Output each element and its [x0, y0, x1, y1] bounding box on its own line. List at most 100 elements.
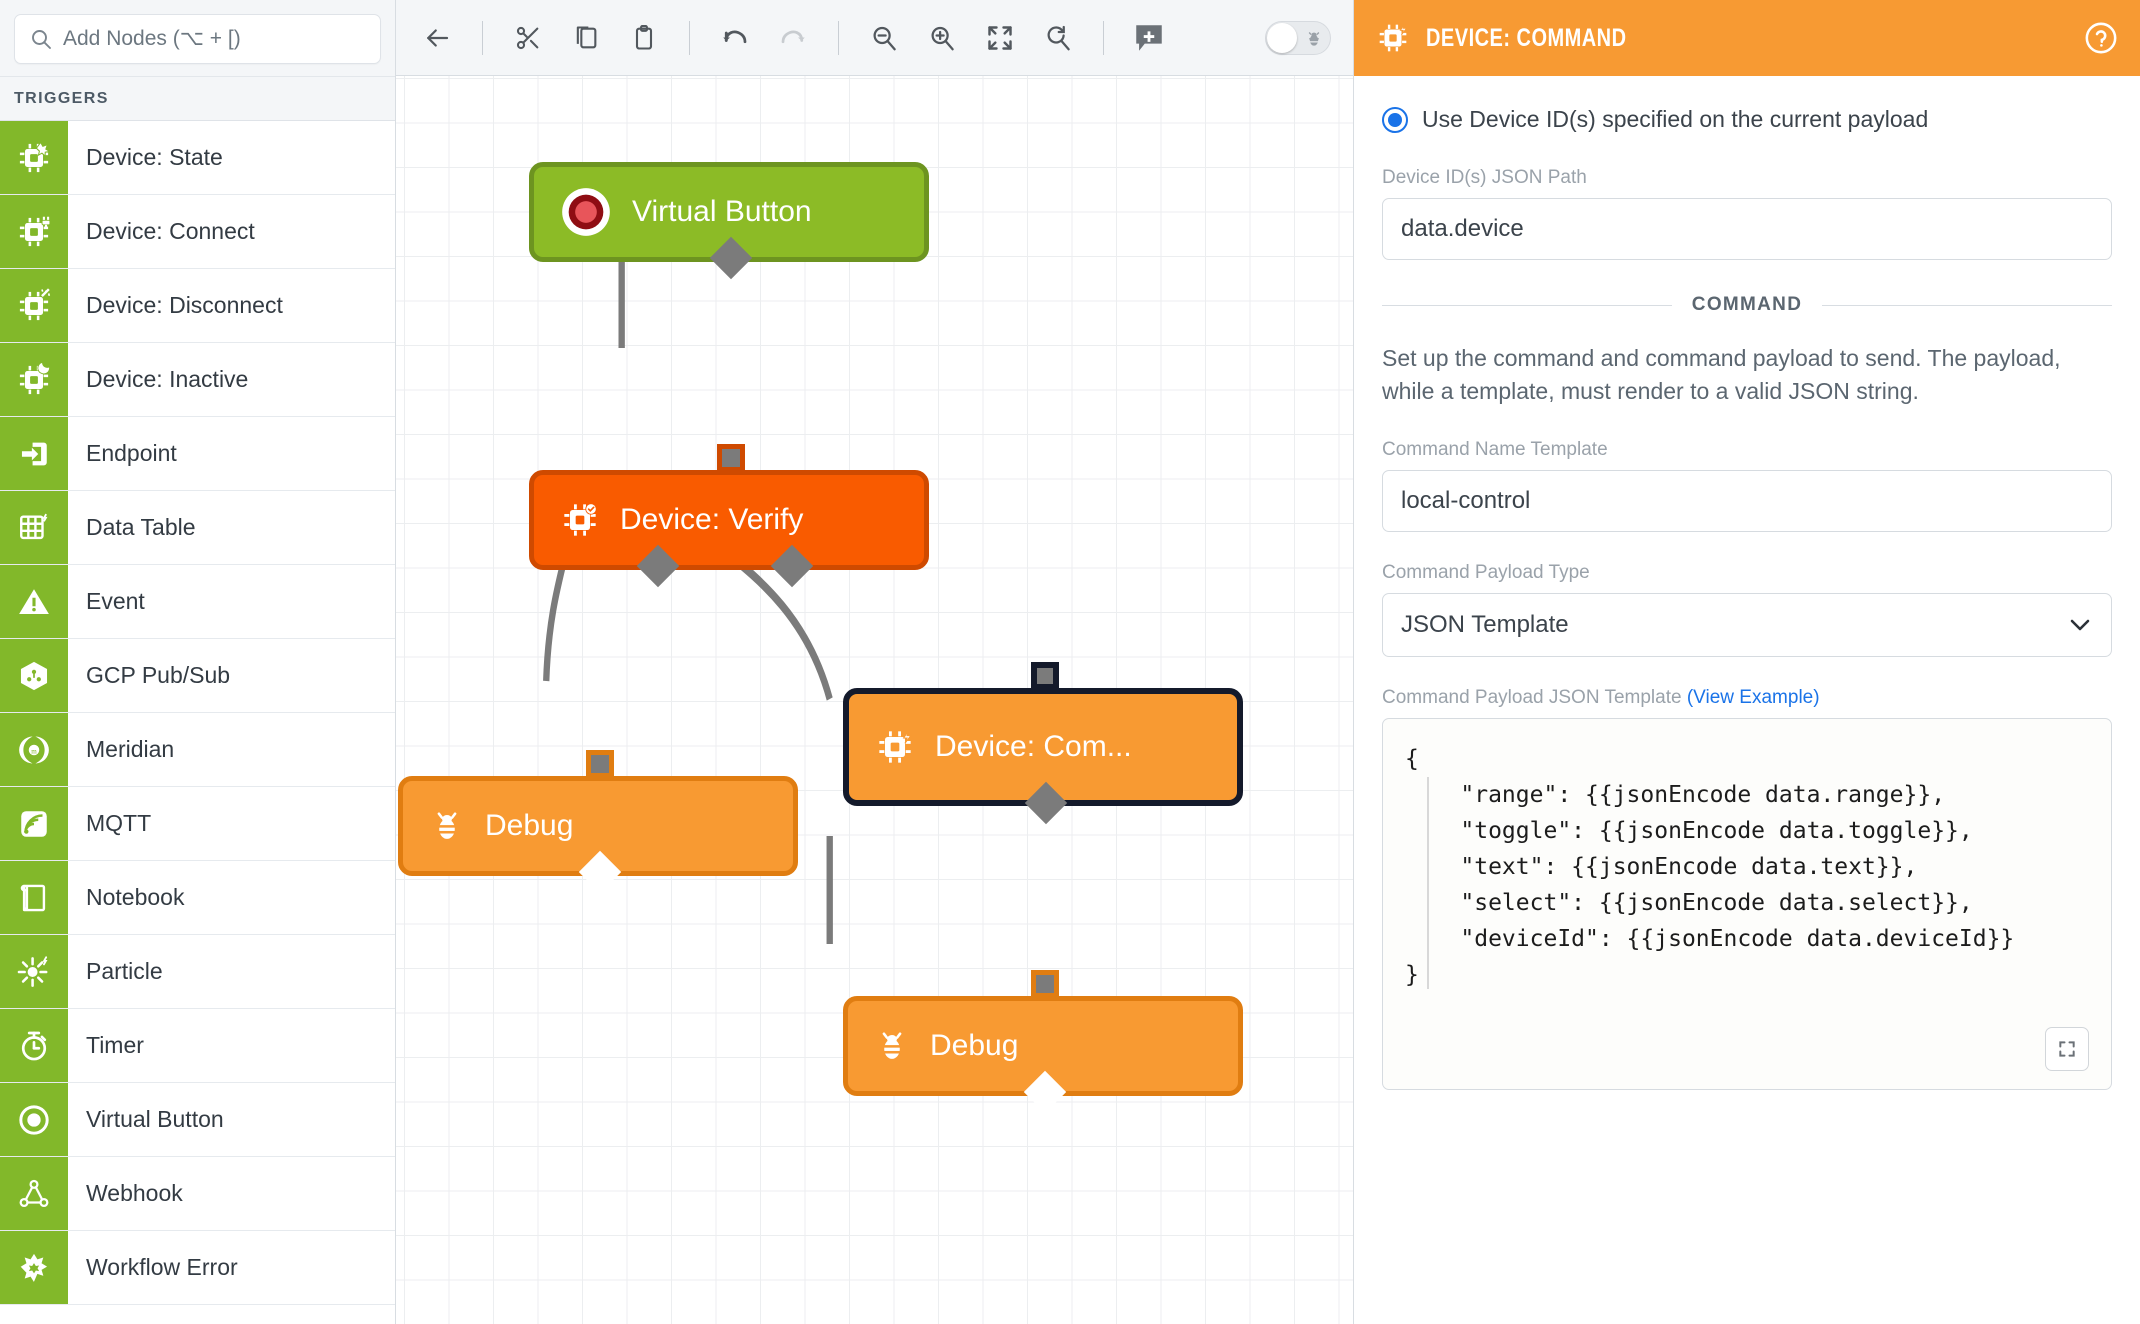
- divider-line-right: [1822, 304, 2113, 306]
- workflow-error-icon: [0, 1231, 68, 1304]
- payload-template-label: Command Payload JSON Template (View Exam…: [1382, 687, 2112, 709]
- palette-item-device-disconnect[interactable]: Device: Disconnect: [0, 269, 395, 343]
- toolbar-divider-3: [838, 20, 839, 55]
- palette-item-virtual-button[interactable]: Virtual Button: [0, 1083, 395, 1157]
- palette-item-gcp-pub-sub[interactable]: GCP Pub/Sub: [0, 639, 395, 713]
- palette-node-list: Device: State Device: Connect Device: Disc…: [0, 121, 395, 1324]
- command-name-input[interactable]: local-control: [1382, 470, 2112, 533]
- radio-use-payload-device-ids[interactable]: [1382, 106, 1408, 133]
- payload-json-code[interactable]: { "range": {{jsonEncode data.range}}, "t…: [1405, 741, 2111, 993]
- node-input-port[interactable]: [1031, 662, 1059, 690]
- palette-item-endpoint[interactable]: Endpoint: [0, 417, 395, 491]
- payload-type-select-wrap: JSON Template: [1382, 593, 2112, 658]
- command-section-divider: COMMAND: [1382, 294, 2113, 316]
- palette-item-webhook[interactable]: Webhook: [0, 1157, 395, 1231]
- expand-icon[interactable]: [2045, 1027, 2089, 1072]
- debug-toggle[interactable]: [1265, 20, 1331, 55]
- canvas-node-label: Device: Com...: [935, 730, 1132, 763]
- palette-item-meridian[interactable]: m Meridian: [0, 713, 395, 787]
- palette-item-device-state[interactable]: Device: State: [0, 121, 395, 195]
- help-circle-icon[interactable]: [2084, 21, 2118, 55]
- bug-icon: [1304, 29, 1324, 54]
- endpoint-icon: [0, 417, 68, 490]
- svg-text:m: m: [31, 747, 37, 755]
- copy-icon[interactable]: [559, 11, 613, 65]
- canvas-toolbar: [396, 0, 1353, 76]
- palette-item-label: Device: Inactive: [86, 366, 249, 392]
- canvas-node-device-verify[interactable]: Device: Verify: [529, 444, 929, 588]
- payload-type-label: Command Payload Type: [1382, 562, 1590, 584]
- palette-item-label: Data Table: [86, 514, 196, 540]
- palette-item-label: Virtual Button: [86, 1106, 224, 1132]
- cut-icon[interactable]: [501, 11, 555, 65]
- paste-icon[interactable]: [617, 11, 671, 65]
- bug-node-icon: [429, 808, 465, 844]
- virtual-button-icon: [0, 1083, 68, 1156]
- timer-icon: [0, 1009, 68, 1082]
- divider-line-left: [1382, 304, 1672, 306]
- section-title-triggers: TRIGGERS: [0, 76, 395, 121]
- workflow-canvas[interactable]: Virtual Button Device: Verify Device: Co…: [396, 76, 1353, 1324]
- payload-type-select[interactable]: JSON Template: [1382, 593, 2112, 658]
- meridian-icon: m: [0, 713, 68, 786]
- notebook-icon: [0, 861, 68, 934]
- palette-item-label: Endpoint: [86, 440, 177, 466]
- toggle-knob: [1267, 22, 1297, 53]
- node-palette-panel: TRIGGERS Device: StateDevice: ConnectDev…: [0, 0, 396, 1324]
- canvas-node-virtual-button[interactable]: Virtual Button: [529, 162, 929, 280]
- palette-item-label: Meridian: [86, 736, 175, 762]
- palette-item-notebook[interactable]: Notebook: [0, 861, 395, 935]
- zoom-reset-icon[interactable]: [1031, 11, 1085, 65]
- node-input-port[interactable]: [586, 750, 614, 778]
- config-panel-body: Use Device ID(s) specified on the curren…: [1354, 76, 2140, 1324]
- canvas-node-label: Debug: [930, 1029, 1019, 1062]
- canvas-node-debug-right[interactable]: Debug: [843, 970, 1243, 1114]
- palette-item-device-inactive[interactable]: Device: Inactive: [0, 343, 395, 417]
- search-input[interactable]: [63, 27, 366, 51]
- particle-icon: [0, 935, 68, 1008]
- redo-icon[interactable]: [766, 11, 820, 65]
- canvas-node-debug-left[interactable]: Debug: [398, 750, 798, 894]
- back-icon[interactable]: [410, 11, 464, 65]
- radio-label: Use Device ID(s) specified on the curren…: [1422, 106, 1929, 132]
- config-panel-header: DEVICE: COMMAND: [1354, 0, 2140, 76]
- canvas-node-label: Device: Verify: [620, 503, 804, 536]
- node-input-port[interactable]: [717, 444, 745, 472]
- view-example-link[interactable]: (View Example): [1687, 687, 1820, 708]
- toolbar-divider-4: [1103, 20, 1104, 55]
- toolbar-divider-2: [689, 20, 690, 55]
- palette-item-label: Webhook: [86, 1180, 183, 1206]
- search-box[interactable]: [14, 14, 381, 64]
- search-icon: [29, 27, 53, 51]
- device-id-path-label: Device ID(s) JSON Path: [1382, 167, 1587, 188]
- add-comment-icon[interactable]: [1122, 11, 1176, 65]
- palette-item-label: Timer: [86, 1032, 144, 1058]
- palette-item-mqtt[interactable]: MQTT: [0, 787, 395, 861]
- data-table-icon: [0, 491, 68, 564]
- virtual-button-node-icon: [560, 186, 612, 238]
- zoom-out-icon[interactable]: [857, 11, 911, 65]
- palette-item-device-connect[interactable]: Device: Connect: [0, 195, 395, 269]
- canvas-node-device-command[interactable]: Device: Com...: [843, 662, 1243, 825]
- payload-template-label-text: Command Payload JSON Template: [1382, 687, 1682, 709]
- chip-connect-icon: [0, 195, 68, 268]
- palette-item-label: Notebook: [86, 884, 185, 910]
- palette-item-label: Workflow Error: [86, 1254, 238, 1280]
- palette-item-particle[interactable]: Particle: [0, 935, 395, 1009]
- warning-triangle-icon: [0, 565, 68, 638]
- chip-disconnect-icon: [0, 269, 68, 342]
- palette-item-workflow-error[interactable]: Workflow Error: [0, 1231, 395, 1305]
- palette-item-label: Device: Disconnect: [86, 292, 283, 318]
- device-id-path-input[interactable]: data.device: [1382, 198, 2112, 260]
- device-id-option-row[interactable]: Use Device ID(s) specified on the curren…: [1382, 106, 2112, 133]
- palette-item-timer[interactable]: Timer: [0, 1009, 395, 1083]
- node-input-port[interactable]: [1031, 970, 1059, 998]
- palette-item-data-table[interactable]: Data Table: [0, 491, 395, 565]
- palette-item-label: Device: Connect: [86, 218, 255, 244]
- palette-item-event[interactable]: Event: [0, 565, 395, 639]
- chip-state-icon: [0, 121, 68, 194]
- undo-icon[interactable]: [708, 11, 762, 65]
- zoom-in-icon[interactable]: [915, 11, 969, 65]
- payload-json-editor[interactable]: { "range": {{jsonEncode data.range}}, "t…: [1382, 718, 2112, 1091]
- fit-screen-icon[interactable]: [973, 11, 1027, 65]
